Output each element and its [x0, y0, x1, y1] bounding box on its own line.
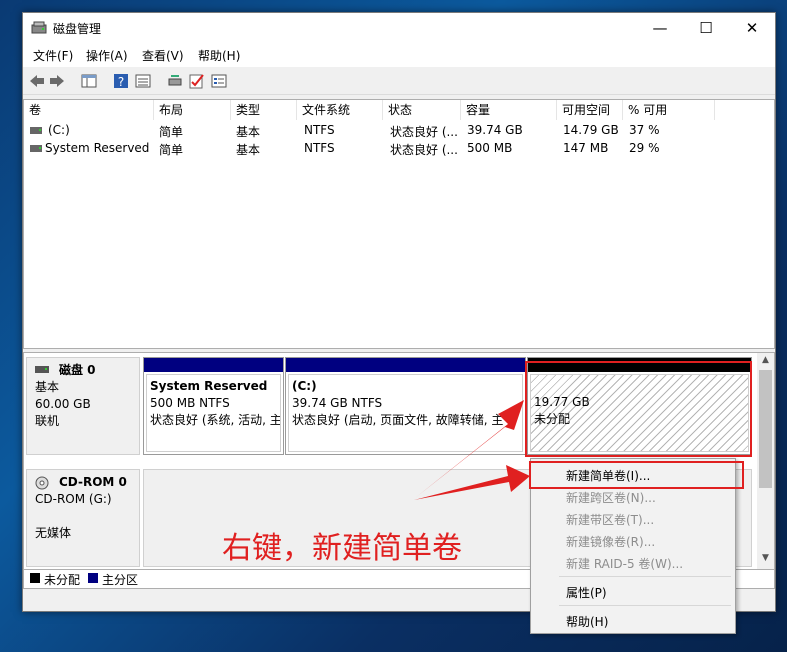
arrow-to-unallocated-icon — [415, 400, 524, 498]
arrow-to-menu-icon — [414, 465, 530, 500]
annotation-caption: 右键，新建简单卷 — [222, 531, 462, 566]
